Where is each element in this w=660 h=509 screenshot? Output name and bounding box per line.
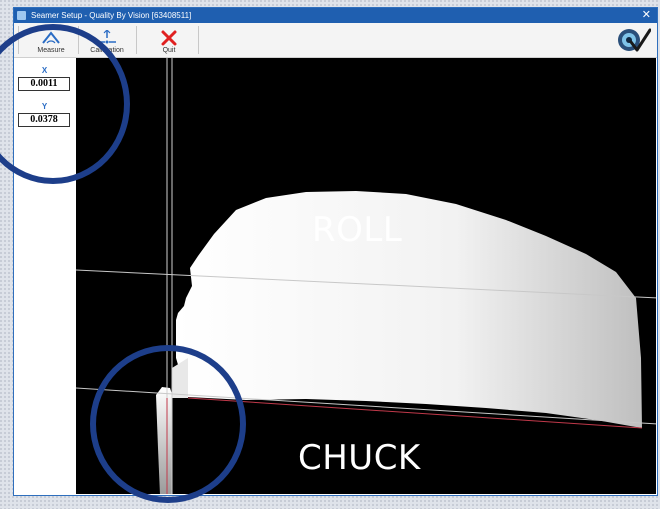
camera-viewport[interactable]: ROLL CHUCK: [76, 58, 656, 494]
measure-button[interactable]: Measure: [28, 24, 74, 56]
toolbar: Measure Calibration Quit: [14, 23, 657, 58]
calibration-button[interactable]: Calibration: [84, 24, 130, 56]
close-icon[interactable]: ✕: [642, 9, 651, 21]
chuck-label: CHUCK: [298, 438, 421, 478]
measure-icon: [41, 29, 61, 47]
seam-profile-image: [76, 58, 656, 494]
calibration-label: Calibration: [90, 47, 124, 54]
quit-button[interactable]: Quit: [148, 24, 190, 56]
quit-icon: [160, 29, 178, 47]
x-label: X: [41, 66, 48, 75]
roll-label: ROLL: [312, 210, 403, 250]
toolbar-separator: [18, 26, 19, 54]
y-value-field: 0.0378: [18, 113, 70, 127]
app-window: Seamer Setup - Quality By Vision [634085…: [13, 7, 658, 496]
app-icon: [17, 11, 26, 20]
coordinate-panel: X 0.0011 Y 0.0378: [14, 58, 75, 495]
x-value-field: 0.0011: [18, 77, 70, 91]
toolbar-separator: [198, 26, 199, 54]
quit-label: Quit: [162, 47, 176, 54]
y-label: Y: [41, 102, 48, 111]
toolbar-separator: [78, 26, 79, 54]
quality-by-vision-logo-icon: [615, 26, 652, 54]
measure-label: Measure: [37, 47, 65, 54]
calibration-icon: [96, 29, 118, 47]
window-title: Seamer Setup - Quality By Vision [634085…: [31, 11, 192, 20]
title-bar: Seamer Setup - Quality By Vision [634085…: [14, 8, 657, 23]
toolbar-separator: [136, 26, 137, 54]
